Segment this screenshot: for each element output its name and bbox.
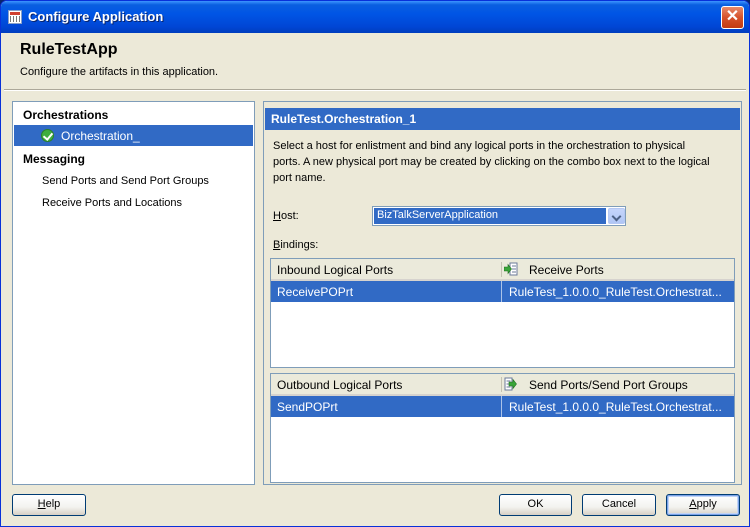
- window-title: Configure Application: [28, 9, 164, 24]
- configure-application-dialog: Configure Application ✕ RuleTestApp Conf…: [0, 0, 750, 527]
- apply-button[interactable]: Apply: [666, 494, 740, 516]
- orchestration-description: Select a host for enlistment and bind an…: [273, 140, 710, 184]
- close-button[interactable]: ✕: [721, 6, 744, 29]
- send-port-combo-cell[interactable]: RuleTest_1.0.0.0_RuleTest.Orchestrat...: [503, 396, 733, 417]
- header-divider: [4, 89, 746, 91]
- nav-group-orchestrations[interactable]: Orchestrations: [23, 108, 108, 122]
- ok-button[interactable]: OK: [499, 494, 572, 516]
- orchestration-title: RuleTest.Orchestration_1: [265, 108, 740, 130]
- inbound-logical-port-cell: ReceivePOPrt: [277, 285, 354, 299]
- receive-ports-header[interactable]: Receive Ports: [523, 259, 734, 280]
- outbound-logical-ports-header[interactable]: Outbound Logical Ports: [271, 374, 501, 395]
- host-label: Host:: [273, 210, 299, 222]
- column-divider: [501, 281, 502, 302]
- cancel-button[interactable]: Cancel: [582, 494, 656, 516]
- application-name: RuleTestApp: [20, 41, 118, 58]
- application-icon: [8, 10, 22, 24]
- green-check-icon: [41, 129, 54, 142]
- header-subtitle: Configure the artifacts in this applicat…: [20, 66, 219, 78]
- outbound-ports-grid: Outbound Logical Ports Send Ports/Send P…: [270, 373, 735, 483]
- help-button[interactable]: Help: [12, 494, 86, 516]
- bindings-label: Bindings:: [273, 239, 319, 251]
- inbound-ports-grid: Inbound Logical Ports Receive Ports Rece…: [270, 258, 735, 368]
- table-row[interactable]: SendPOPrt RuleTest_1.0.0.0_RuleTest.Orch…: [271, 396, 734, 417]
- receive-port-icon: [504, 262, 518, 276]
- artifact-navigation-panel: Orchestrations Orchestration_ Messaging …: [12, 101, 255, 485]
- receive-port-combo-cell[interactable]: RuleTest_1.0.0.0_RuleTest.Orchestrat...: [503, 281, 733, 302]
- send-ports-header[interactable]: Send Ports/Send Port Groups: [523, 374, 734, 395]
- outbound-grid-header: Outbound Logical Ports Send Ports/Send P…: [271, 374, 734, 396]
- nav-item-receive-ports[interactable]: Receive Ports and Locations: [42, 197, 182, 209]
- column-divider: [501, 396, 502, 417]
- chevron-down-icon[interactable]: [608, 208, 625, 224]
- nav-group-messaging[interactable]: Messaging: [23, 152, 85, 166]
- nav-item-orchestration-label: Orchestration_: [61, 129, 140, 143]
- inbound-logical-ports-header[interactable]: Inbound Logical Ports: [271, 259, 501, 280]
- column-divider: [501, 262, 502, 277]
- title-bar[interactable]: Configure Application ✕: [1, 1, 749, 33]
- host-combobox[interactable]: BizTalkServerApplication: [372, 206, 626, 226]
- orchestration-detail-panel: RuleTest.Orchestration_1 Select a host f…: [263, 101, 742, 485]
- column-divider: [501, 377, 502, 392]
- nav-item-send-ports[interactable]: Send Ports and Send Port Groups: [42, 175, 209, 187]
- inbound-grid-header: Inbound Logical Ports Receive Ports: [271, 259, 734, 281]
- table-row[interactable]: ReceivePOPrt RuleTest_1.0.0.0_RuleTest.O…: [271, 281, 734, 302]
- host-selected-value: BizTalkServerApplication: [374, 208, 606, 224]
- outbound-logical-port-cell: SendPOPrt: [277, 400, 338, 414]
- nav-item-orchestration[interactable]: Orchestration_: [14, 125, 253, 146]
- send-port-icon: [504, 377, 517, 391]
- dialog-header: RuleTestApp Configure the artifacts in t…: [4, 33, 746, 89]
